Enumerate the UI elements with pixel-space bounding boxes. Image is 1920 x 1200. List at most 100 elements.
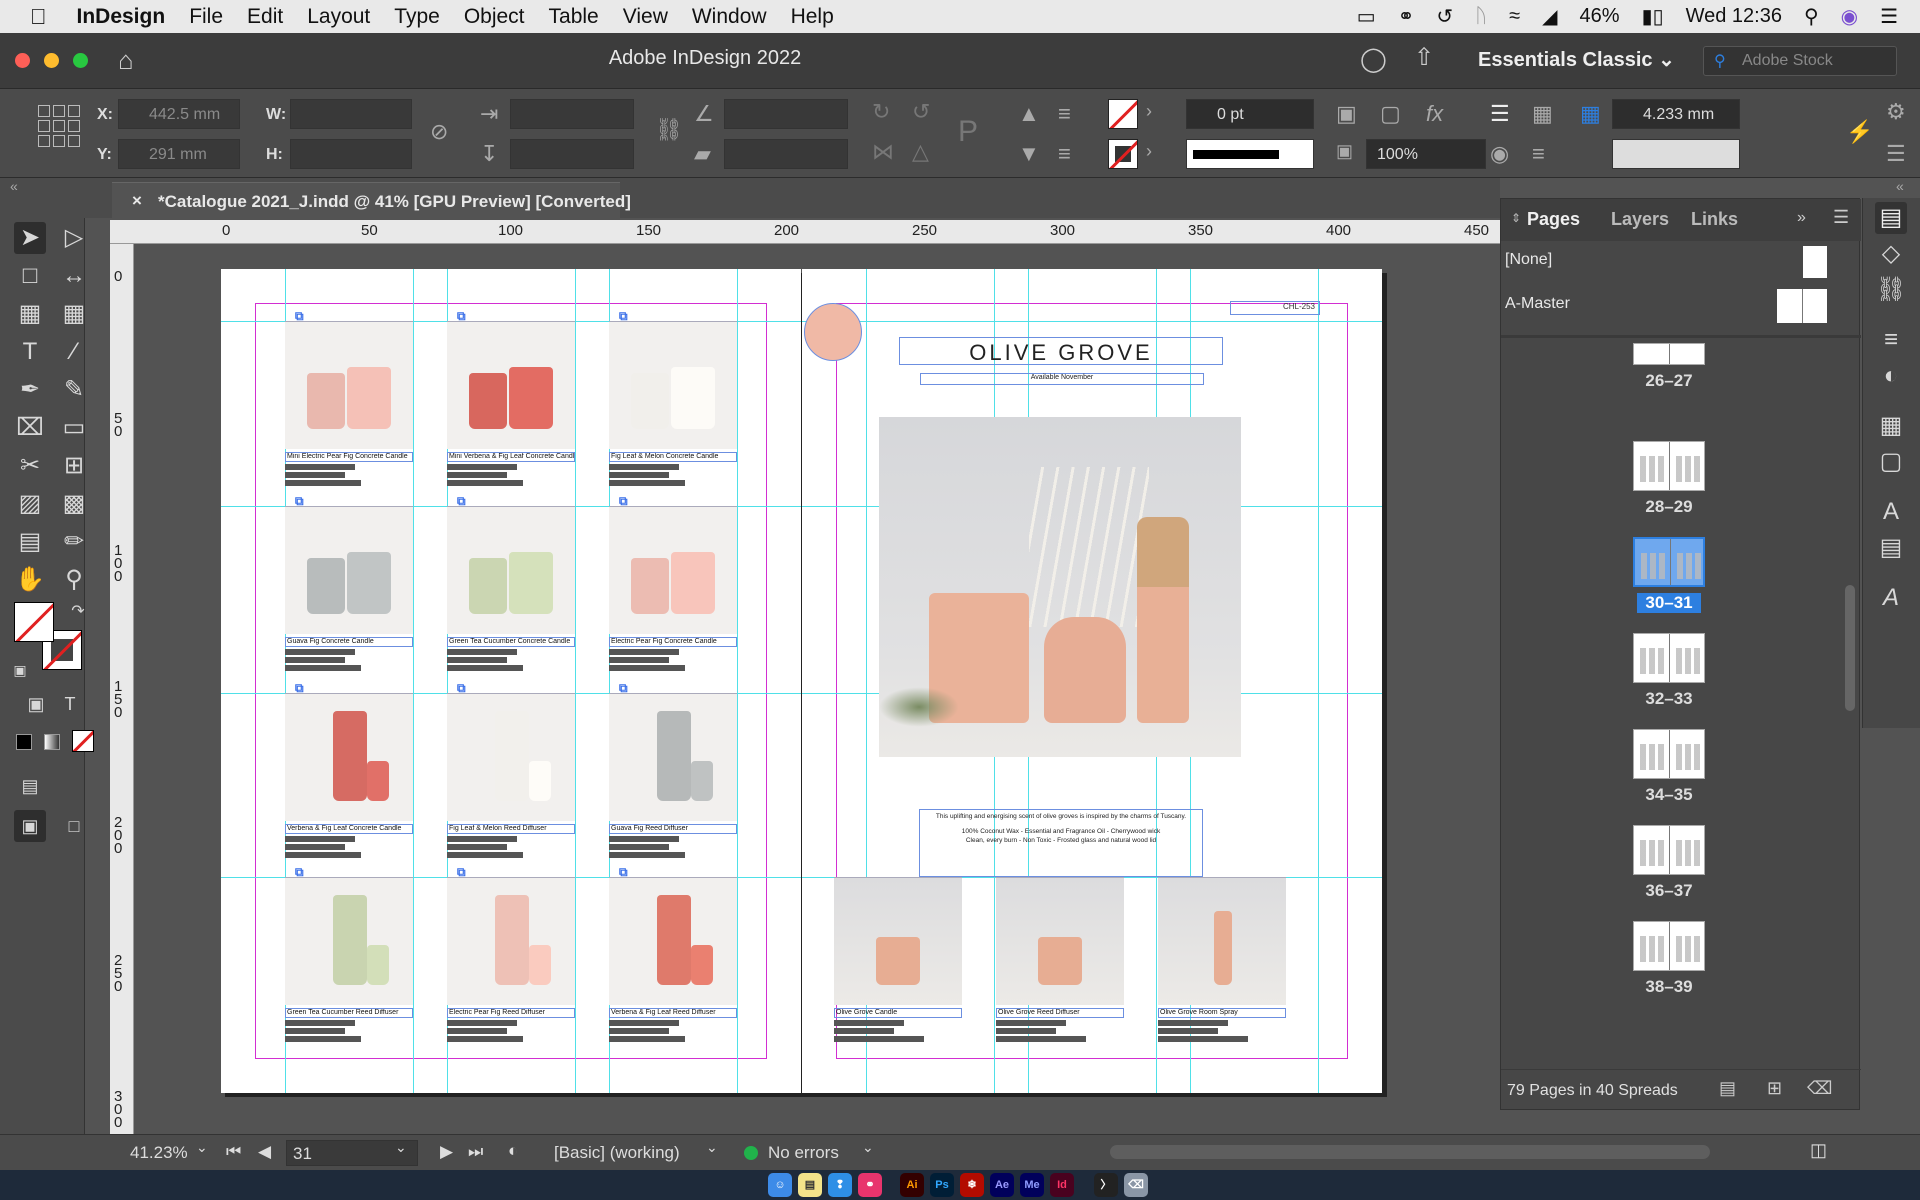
menu-view[interactable]: View (623, 5, 668, 29)
default-colors-icon[interactable]: ▣ (10, 654, 30, 686)
settings-icon[interactable]: ⚙ (1886, 99, 1906, 125)
menu-file[interactable]: File (189, 5, 223, 29)
stroke-type-dropdown[interactable] (1186, 139, 1314, 169)
document-canvas[interactable]: Mini Electric Pear Fig Concrete Candle ⧉ M… (135, 245, 1500, 1135)
cc-libraries-icon[interactable]: ▦ (1875, 410, 1907, 442)
spread-thumbnail[interactable] (1633, 537, 1705, 587)
zoom-level[interactable]: 41.23% (130, 1143, 188, 1163)
effects-icon[interactable]: fx (1426, 101, 1443, 127)
link-badge-icon[interactable]: ⧉ (619, 494, 628, 509)
link-badge-icon[interactable]: ⧉ (457, 681, 466, 696)
selection-tool-icon[interactable]: ➤ (14, 222, 46, 254)
collection-title[interactable]: OLIVE GROVE (899, 337, 1223, 365)
a-master-thumb[interactable] (1777, 289, 1827, 323)
scale-x-field[interactable] (510, 99, 634, 129)
drop-shadow-icon[interactable]: ▢ (1380, 101, 1401, 127)
home-icon[interactable]: ⌂ (118, 45, 134, 76)
y-field[interactable]: 291 mm (118, 139, 240, 169)
menu-table[interactable]: Table (549, 5, 599, 29)
links-panel-icon[interactable]: ⛓ (1875, 274, 1907, 306)
new-page-icon[interactable]: ⊞ (1767, 1078, 1782, 1099)
wrap-around-icon[interactable]: ▦ (1532, 101, 1553, 127)
display-icon[interactable]: ▭ (1357, 4, 1376, 29)
paragraph-styles-icon[interactable]: A (1875, 496, 1907, 528)
a-master-label[interactable]: A-Master (1505, 295, 1570, 313)
product-image[interactable] (996, 877, 1124, 1005)
product-name[interactable]: Olive Grove Room Spray (1158, 1008, 1286, 1018)
text-wrap-panel-icon[interactable]: ▢ (1875, 446, 1907, 478)
product-image[interactable] (447, 321, 575, 449)
menu-object[interactable]: Object (464, 5, 525, 29)
text-wrap-icon[interactable]: ☰ (1490, 101, 1510, 127)
link-badge-icon[interactable]: ⧉ (457, 494, 466, 509)
swatches-panel-icon[interactable]: ◐ (1875, 360, 1907, 392)
product-image[interactable] (609, 693, 737, 821)
tab-layers[interactable]: Layers (1611, 209, 1669, 230)
rectangle-tool-icon[interactable]: ▭ (58, 412, 90, 444)
swap-fill-stroke-icon[interactable]: ↷ (70, 596, 86, 628)
content-placer-icon[interactable]: ▦ (58, 298, 90, 330)
corner-shape-dropdown[interactable] (1612, 139, 1740, 169)
product-image[interactable] (834, 877, 962, 1005)
product-image[interactable] (447, 877, 575, 1005)
align-bottom-icon[interactable]: ≡ (1532, 141, 1545, 167)
product-card[interactable]: Mini Electric Pear Fig Concrete Candle ⧉ (285, 309, 413, 486)
page-number-field[interactable]: 31 ⌄ (286, 1139, 418, 1166)
close-window-button[interactable] (15, 53, 30, 68)
w-field[interactable] (290, 99, 412, 129)
trash-icon[interactable]: ⌫ (1124, 1173, 1148, 1197)
product-image[interactable] (447, 693, 575, 821)
new-badge-circle[interactable] (804, 303, 862, 361)
stroke-swatch[interactable] (1108, 139, 1138, 169)
constrain-proportions-icon[interactable]: ⊘ (430, 119, 448, 145)
creative-cloud-app-icon[interactable]: ⚭ (858, 1173, 882, 1197)
indesign-icon[interactable]: Id (1050, 1173, 1074, 1197)
time-machine-icon[interactable]: ↺ (1436, 4, 1453, 29)
adobe-stock-search[interactable]: ⚲ Adobe Stock (1703, 46, 1897, 76)
finder-icon[interactable]: ☺ (768, 1173, 792, 1197)
preview-mode-icon[interactable]: □ (58, 810, 90, 842)
spread-label[interactable]: 28–29 (1621, 497, 1717, 517)
horizontal-ruler[interactable]: 0 50 100 150 200 250 300 350 400 450 (110, 220, 1500, 244)
product-card[interactable]: Fig Leaf & Melon Concrete Candle ⧉ (609, 309, 737, 486)
link-badge-icon[interactable]: ⧉ (619, 309, 628, 324)
link-badge-icon[interactable]: ⧉ (619, 681, 628, 696)
menu-help[interactable]: Help (791, 5, 834, 29)
select-previous-icon[interactable]: ≡ (1058, 101, 1071, 127)
scale-y-field[interactable] (510, 139, 634, 169)
line-tool-icon[interactable]: ∕ (58, 336, 90, 368)
preflight-status[interactable]: No errors (768, 1143, 839, 1163)
document-tab[interactable]: × *Catalogue 2021_J.indd @ 41% [GPU Prev… (112, 182, 631, 218)
apple-icon[interactable]:  (30, 4, 47, 30)
close-tab-icon[interactable]: × (132, 191, 142, 211)
none-master-label[interactable]: [None] (1505, 251, 1552, 269)
spread-label[interactable]: 30–31 (1637, 593, 1701, 613)
terminal-icon[interactable]: 〉 (1094, 1173, 1118, 1197)
link-badge-icon[interactable]: ⧉ (457, 865, 466, 880)
siri-icon[interactable]: ◉ (1841, 4, 1858, 29)
apply-gradient-icon[interactable] (44, 734, 60, 750)
open-document-icon[interactable]: ◐ (508, 1141, 518, 1161)
creative-cloud-icon[interactable]: ⚭ (1398, 4, 1415, 29)
stroke-panel-icon[interactable]: ≡ (1875, 324, 1907, 356)
apply-none-icon[interactable] (72, 730, 94, 752)
product-name[interactable]: Mini Electric Pear Fig Concrete Candle (285, 452, 413, 462)
product-card[interactable]: Olive Grove Candle (834, 877, 962, 1042)
preflight-dropdown-icon[interactable]: ⌄ (862, 1139, 874, 1156)
none-master-thumb[interactable] (1803, 246, 1827, 278)
panel-collapse-icon[interactable]: ⇕ (1511, 211, 1521, 225)
product-name[interactable]: Green Tea Cucumber Reed Diffuser (285, 1008, 413, 1018)
product-card[interactable]: Olive Grove Room Spray (1158, 877, 1286, 1042)
collapse-tools-icon[interactable]: « (10, 178, 18, 194)
product-name[interactable]: Verbena & Fig Leaf Concrete Candle (285, 824, 413, 834)
control-center-icon[interactable]: ☰ (1880, 4, 1898, 29)
product-name[interactable]: Fig Leaf & Melon Reed Diffuser (447, 824, 575, 834)
last-page-icon[interactable]: ⏭ (468, 1142, 483, 1162)
battery-icon[interactable]: ▮▯ (1642, 4, 1664, 29)
expand-panel-icon[interactable]: » (1797, 209, 1806, 227)
link-badge-icon[interactable]: ⧉ (457, 309, 466, 324)
spread-thumbnail[interactable] (1633, 825, 1705, 875)
hand-tool-icon[interactable]: ✋ (14, 564, 46, 596)
gap-tool-icon[interactable]: ↔ (58, 260, 90, 292)
product-image[interactable] (609, 877, 737, 1005)
